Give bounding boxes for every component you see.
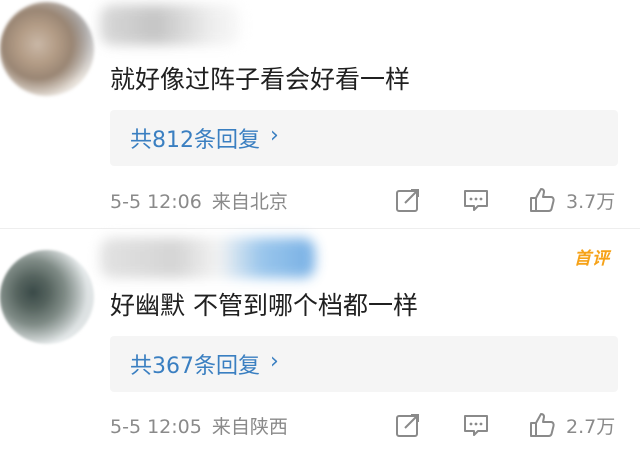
comment-icon[interactable] [461, 185, 491, 215]
share-icon[interactable] [393, 410, 423, 440]
username-redacted[interactable] [100, 5, 240, 45]
comment-text: 就好像过阵子看会好看一样 [110, 65, 411, 94]
comment-item: 首评 好幽默 不管到哪个档都一样 共367条回复 › 5-5 12:05 来自陕西… [0, 228, 640, 455]
location-text: 来自北京 [211, 191, 288, 213]
avatar[interactable] [0, 2, 94, 96]
comment-item: 就好像过阵子看会好看一样 共812条回复 › 5-5 12:06 来自北京 3.7… [0, 0, 640, 228]
comment-text: 好幽默 不管到哪个档都一样 [110, 291, 418, 320]
chevron-right-icon: › [270, 123, 279, 148]
reply-count-label: 共367条回复 [130, 354, 260, 379]
comment-meta: 5-5 12:05 来自陕西 2.7万 [0, 406, 640, 446]
location-text: 来自陕西 [211, 416, 288, 438]
comment-meta: 5-5 12:06 来自北京 3.7万 [0, 181, 640, 221]
replies-link[interactable]: 共812条回复 › [110, 110, 618, 166]
thumbs-up-icon[interactable] [527, 410, 557, 440]
replies-link[interactable]: 共367条回复 › [110, 336, 618, 392]
time-text: 5-5 12:06 [110, 191, 202, 213]
comment-icon[interactable] [461, 410, 491, 440]
username-redacted[interactable] [100, 238, 315, 278]
avatar[interactable] [0, 250, 94, 344]
timestamp: 5-5 12:06 来自北京 [110, 187, 288, 214]
like-count: 2.7万 [566, 416, 616, 438]
chevron-right-icon: › [270, 349, 279, 374]
share-icon[interactable] [393, 185, 423, 215]
time-text: 5-5 12:05 [110, 416, 202, 438]
reply-count-label: 共812条回复 [130, 128, 260, 153]
first-comment-badge: 首评 [574, 249, 610, 269]
like-count: 3.7万 [566, 191, 616, 213]
timestamp: 5-5 12:05 来自陕西 [110, 412, 288, 439]
thumbs-up-icon[interactable] [527, 185, 557, 215]
